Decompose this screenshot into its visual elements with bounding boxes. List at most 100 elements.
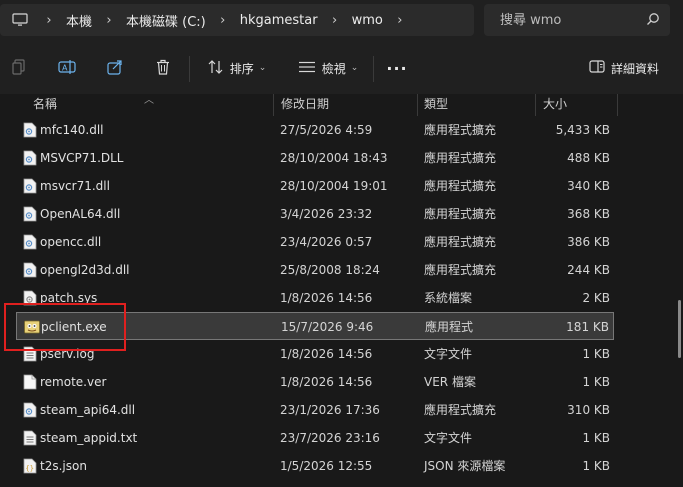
- file-type: 應用程式擴充: [424, 263, 497, 277]
- file-modified-date: 1/5/2026 12:55: [280, 459, 373, 473]
- chevron-right-icon[interactable]: ›: [36, 13, 62, 28]
- breadcrumb: › 本機 › 本機磁碟 (C:) › hkgamestar › wmo ›: [36, 4, 413, 36]
- file-modified-date: 1/8/2026 14:56: [280, 291, 373, 305]
- details-label: 詳細資料: [610, 61, 659, 76]
- column-header-size[interactable]: 大小: [543, 94, 567, 116]
- file-modified-date: 27/5/2026 4:59: [280, 123, 373, 137]
- delete-button[interactable]: [150, 52, 176, 84]
- search-icon[interactable]: [646, 12, 660, 29]
- rename-icon: A: [58, 59, 76, 78]
- column-header-type[interactable]: 類型: [424, 94, 448, 116]
- rename-button[interactable]: A: [54, 52, 80, 84]
- file-row[interactable]: opengl2d3d.dll 25/8/2008 18:24 應用程式擴充 244 K…: [16, 256, 614, 284]
- share-button[interactable]: [102, 52, 128, 84]
- file-modified-date: 1/8/2026 14:56: [280, 347, 373, 361]
- column-divider[interactable]: [273, 94, 274, 116]
- file-name: steam_api64.dll: [40, 403, 136, 417]
- file-modified-date: 23/7/2026 23:16: [280, 431, 380, 445]
- file-type: 應用程式擴充: [424, 179, 497, 193]
- file-type: 應用程式擴充: [424, 123, 497, 137]
- scrollbar-thumb[interactable]: [678, 300, 681, 358]
- file-size: 181 KB: [566, 320, 609, 334]
- chevron-down-icon: ⌄: [350, 63, 359, 73]
- view-button[interactable]: 檢視 ⌄: [290, 52, 366, 84]
- view-icon: [298, 61, 316, 76]
- details-pane-button[interactable]: 詳細資料: [584, 52, 664, 84]
- dll-icon: [23, 122, 37, 138]
- sort-label: 排序: [229, 61, 254, 76]
- file-modified-date: 1/8/2026 14:56: [280, 375, 373, 389]
- share-icon: [107, 59, 123, 78]
- dll-icon: [23, 178, 37, 194]
- breadcrumb-item-wmo[interactable]: wmo: [348, 13, 387, 28]
- column-header-date[interactable]: 修改日期: [281, 94, 329, 116]
- file-size: 244 KB: [567, 263, 610, 277]
- file-row[interactable]: OpenAL64.dll 3/4/2026 23:32 應用程式擴充 368 KB: [16, 200, 614, 228]
- column-divider[interactable]: [535, 94, 536, 116]
- file-modified-date: 15/7/2026 9:46: [281, 320, 374, 334]
- file-type: 應用程式: [425, 320, 474, 334]
- file-name: remote.ver: [40, 375, 107, 389]
- file-size: 1 KB: [582, 459, 610, 473]
- svg-text:{}: {}: [26, 465, 34, 473]
- file-type: 應用程式擴充: [424, 403, 497, 417]
- file-type: 應用程式擴充: [424, 235, 497, 249]
- chevron-down-icon: ⌄: [258, 63, 267, 73]
- file-name: opengl2d3d.dll: [40, 263, 130, 277]
- file-size: 5,433 KB: [555, 123, 610, 137]
- breadcrumb-item-this-pc[interactable]: 本機: [62, 11, 96, 30]
- toolbar-divider: [189, 56, 190, 82]
- more-icon: ···: [386, 58, 408, 78]
- file-row[interactable]: remote.ver 1/8/2026 14:56 VER 檔案 1 KB: [16, 368, 614, 396]
- file-row[interactable]: MSVCP71.DLL 28/10/2004 18:43 應用程式擴充 488 KB: [16, 144, 614, 172]
- sort-button[interactable]: 排序 ⌄: [200, 52, 274, 84]
- copy-button[interactable]: [6, 52, 32, 84]
- file-row[interactable]: steam_api64.dll 23/1/2026 17:36 應用程式擴充 310 …: [16, 396, 614, 424]
- file-modified-date: 28/10/2004 18:43: [280, 151, 388, 165]
- file-size: 2 KB: [582, 291, 610, 305]
- file-type: 系統檔案: [424, 291, 473, 305]
- file-name: opencc.dll: [40, 235, 102, 249]
- dll-icon: [23, 150, 37, 166]
- file-type: JSON 來源檔案: [424, 459, 506, 473]
- file-name: steam_appid.txt: [40, 431, 138, 445]
- breadcrumb-item-drive-c[interactable]: 本機磁碟 (C:): [122, 11, 210, 30]
- chevron-right-icon[interactable]: ›: [322, 13, 348, 28]
- address-bar-row: › 本機 › 本機磁碟 (C:) › hkgamestar › wmo ›: [0, 0, 683, 42]
- file-size: 310 KB: [567, 403, 610, 417]
- dll-icon: [23, 402, 37, 418]
- chevron-right-icon[interactable]: ›: [387, 13, 413, 28]
- dll-icon: [23, 206, 37, 222]
- file-size: 368 KB: [567, 207, 610, 221]
- search-input[interactable]: [498, 11, 652, 29]
- file-modified-date: 25/8/2008 18:24: [280, 263, 380, 277]
- breadcrumb-item-hkgamestar[interactable]: hkgamestar: [236, 13, 322, 28]
- address-bar[interactable]: › 本機 › 本機磁碟 (C:) › hkgamestar › wmo ›: [0, 4, 474, 36]
- file-name: MSVCP71.DLL: [40, 151, 124, 165]
- dll-icon: [23, 234, 37, 250]
- file-list: mfc140.dll 27/5/2026 4:59 應用程式擴充 5,433 KB MS…: [0, 116, 683, 487]
- file-row[interactable]: {} t2s.json 1/5/2026 12:55 JSON 來源檔案 1 KB: [16, 452, 614, 480]
- file-size: 488 KB: [567, 151, 610, 165]
- file-modified-date: 23/4/2026 0:57: [280, 235, 373, 249]
- file-size: 1 KB: [582, 347, 610, 361]
- file-row[interactable]: mfc140.dll 27/5/2026 4:59 應用程式擴充 5,433 KB: [16, 116, 614, 144]
- chevron-right-icon[interactable]: ›: [210, 13, 236, 28]
- svg-text:A: A: [62, 63, 68, 72]
- dll-icon: [23, 262, 37, 278]
- file-size: 386 KB: [567, 235, 610, 249]
- column-divider[interactable]: [617, 94, 618, 116]
- search-box[interactable]: [484, 4, 670, 36]
- file-modified-date: 28/10/2004 19:01: [280, 179, 388, 193]
- more-options-button[interactable]: ···: [382, 52, 412, 84]
- file-row[interactable]: steam_appid.txt 23/7/2026 23:16 文字文件 1 KB: [16, 424, 614, 452]
- this-pc-icon[interactable]: [4, 4, 36, 36]
- file-row[interactable]: msvcr71.dll 28/10/2004 19:01 應用程式擴充 340 KB: [16, 172, 614, 200]
- column-divider[interactable]: [417, 94, 418, 116]
- file-type: 文字文件: [424, 431, 473, 445]
- chevron-right-icon[interactable]: ›: [96, 13, 122, 28]
- file-row[interactable]: opencc.dll 23/4/2026 0:57 應用程式擴充 386 KB: [16, 228, 614, 256]
- text-file-icon: [23, 430, 37, 446]
- file-type: 文字文件: [424, 347, 473, 361]
- column-header-name[interactable]: 名稱: [33, 94, 57, 116]
